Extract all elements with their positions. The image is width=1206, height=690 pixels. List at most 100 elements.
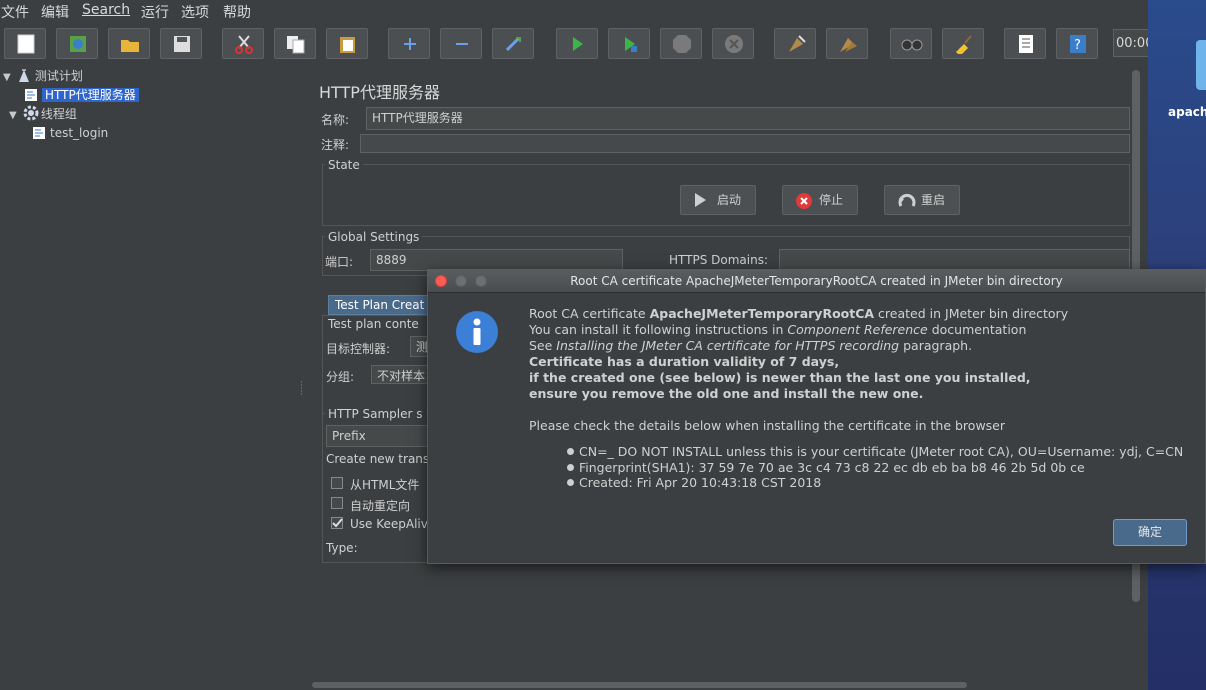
tree-item-http-proxy[interactable]: HTTP代理服务器 [24,86,139,105]
port-label: 端口: [325,255,354,269]
restart-icon [898,193,916,207]
shutdown-icon [725,35,743,53]
tree-item-test-plan[interactable]: ▼ 测试计划 [3,67,83,86]
type-label: Type: [326,541,358,555]
port-field[interactable]: 8889 [370,249,623,271]
function-helper-button[interactable] [1004,28,1046,59]
menu-run[interactable]: 运行 [141,2,169,22]
certificate-details: CN=_ DO NOT INSTALL unless this is your … [567,444,1183,491]
dialog-title-bar: Root CA certificate ApacheJMeterTemporar… [428,270,1205,293]
toggle-button[interactable] [492,28,534,59]
proxy-icon [24,88,38,102]
menu-options[interactable]: 选项 [181,2,209,22]
test-plan-icon [17,69,31,83]
horizontal-scroll-thumb[interactable] [312,682,967,688]
start-icon [573,37,583,51]
start-no-pause-button[interactable] [608,28,650,59]
menu-edit[interactable]: 编辑 [41,2,69,22]
expand-button[interactable] [388,28,430,59]
copy-button[interactable] [274,28,316,59]
open-icon [121,40,139,52]
shutdown-button[interactable] [712,28,754,59]
expand-arrow-icon[interactable]: ▼ [9,106,19,125]
toolbar: ? 00:00 [0,21,1149,65]
clear-all-button[interactable] [826,28,868,59]
help-button[interactable]: ? [1056,28,1098,59]
stop-circle-icon [796,193,812,209]
horizontal-scrollbar[interactable] [308,680,1130,690]
detail-item: Created: Fri Apr 20 10:43:18 CST 2018 [567,475,1183,491]
menu-help[interactable]: 帮助 [223,2,251,22]
expand-arrow-icon[interactable]: ▼ [3,68,13,87]
page-title: HTTP代理服务器 [319,83,440,102]
detail-item: Fingerprint(SHA1): 37 59 7e 70 ae 3c c4 … [567,460,1183,476]
detail-item: CN=_ DO NOT INSTALL unless this is your … [567,444,1183,460]
comment-field[interactable] [360,134,1130,153]
start-no-pause-icon [625,37,637,52]
https-domains-label: HTTPS Domains: [669,253,768,267]
folder-icon[interactable] [1196,40,1206,90]
tree-item-thread-group[interactable]: ▼ 线程组 [9,105,77,124]
function-helper-icon [1019,35,1033,53]
stop-icon [673,35,691,53]
reset-search-icon [956,35,972,54]
keepalive-checkbox[interactable] [331,517,343,529]
comment-label: 注释: [321,138,350,152]
clear-icon [789,35,806,52]
menu-file[interactable]: 文件 [1,2,29,22]
global-settings-label: Global Settings [325,230,423,244]
keepalive-label: Use KeepAliv [350,517,428,531]
stop-proxy-button[interactable]: 停止 [782,185,858,215]
auto-redirect-label: 自动重定向 [350,499,411,513]
templates-button[interactable] [56,28,98,59]
dialog-title: Root CA certificate ApacheJMeterTemporar… [570,274,1063,288]
state-group-label: State [325,158,363,172]
search-button[interactable] [890,28,932,59]
svg-text:?: ? [1074,38,1081,53]
test-plan-content-label: Test plan conte [325,317,422,331]
start-proxy-button[interactable]: 启动 [680,185,756,215]
name-field[interactable]: HTTP代理服务器 [366,107,1130,130]
auto-redirect-checkbox[interactable] [331,497,343,509]
retrieve-embedded-checkbox[interactable] [331,477,343,489]
stop-button[interactable] [660,28,702,59]
test-plan-tree: ▼ 测试计划 HTTP代理服务器 ▼ 线程组 test_login [0,66,299,690]
grouping-label: 分组: [326,370,355,384]
menu-search[interactable]: Search [82,2,130,18]
sampler-icon [32,126,46,140]
splitter-grip-icon: · · · · · [300,378,303,400]
menu-bar: 文件 编辑 Search 运行 选项 帮助 [0,0,1148,21]
start-button[interactable] [556,28,598,59]
name-label: 名称: [321,113,350,127]
retrieve-embedded-label: 从HTML文件 [350,478,420,492]
paste-icon [340,37,355,53]
help-icon: ? [1070,35,1086,53]
paste-button[interactable] [326,28,368,59]
check-icon [332,518,343,528]
create-transaction-label: Create new trans [326,452,430,466]
cut-icon [235,35,253,54]
reset-search-button[interactable] [942,28,984,59]
elapsed-timer: 00:00 [1113,29,1149,57]
collapse-button[interactable] [440,28,482,59]
root-ca-dialog: Root CA certificate ApacheJMeterTemporar… [427,269,1206,564]
target-controller-label: 目标控制器: [326,342,391,356]
toggle-icon [505,36,521,52]
https-domains-field[interactable] [779,249,1130,271]
tree-item-test-login[interactable]: test_login [32,124,108,143]
restart-proxy-button[interactable]: 重启 [884,185,960,215]
new-button[interactable] [4,28,46,59]
cut-button[interactable] [222,28,264,59]
tab-test-plan-creation[interactable]: Test Plan Creat [328,295,432,315]
expand-icon [404,38,416,50]
open-button[interactable] [108,28,150,59]
save-icon [174,36,190,52]
dialog-message: Root CA certificate ApacheJMeterTemporar… [529,306,1069,433]
new-icon [17,34,35,54]
clear-button[interactable] [774,28,816,59]
http-sampler-label: HTTP Sampler s [325,407,426,421]
collapse-icon [456,43,468,45]
info-icon [456,311,498,353]
save-button[interactable] [160,28,202,59]
ok-button[interactable]: 确定 [1113,519,1187,546]
